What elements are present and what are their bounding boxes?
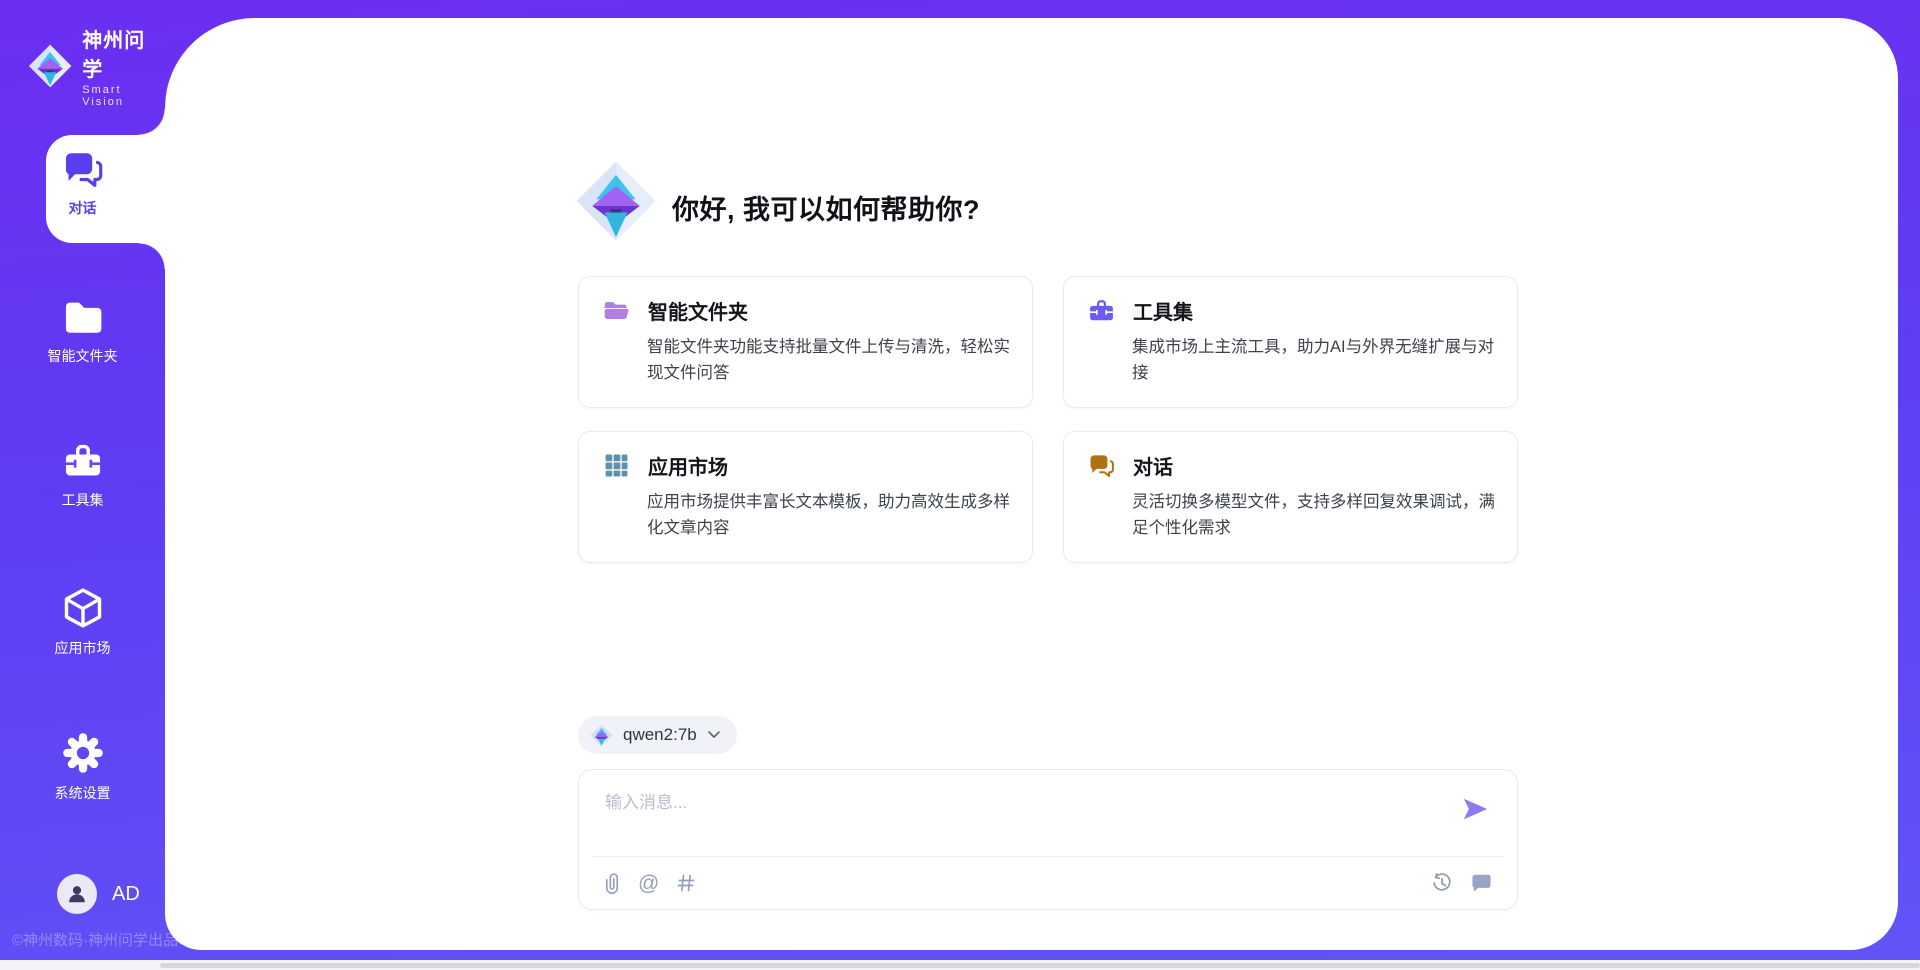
message-input[interactable] bbox=[605, 788, 1405, 848]
feature-cards: 智能文件夹 智能文件夹功能支持批量文件上传与清洗，轻松实现文件问答 工具集 集成… bbox=[578, 276, 1518, 563]
folder-icon bbox=[62, 296, 104, 338]
active-nav-fillet-top bbox=[139, 109, 165, 135]
paperclip-icon bbox=[603, 872, 621, 895]
brand-subtitle: Smart Vision bbox=[82, 84, 165, 108]
scrollbar-thumb[interactable] bbox=[160, 963, 1920, 968]
card-title: 应用市场 bbox=[648, 451, 728, 480]
card-title: 工具集 bbox=[1133, 296, 1193, 325]
card-title: 智能文件夹 bbox=[648, 296, 748, 325]
brand-logo: 神州问学 Smart Vision bbox=[28, 24, 165, 108]
user-initials: AD bbox=[112, 883, 140, 906]
model-diamond-icon bbox=[590, 724, 613, 747]
composer-toolbar: @ bbox=[603, 857, 1493, 909]
sidebar-item-toolbox[interactable]: 工具集 bbox=[0, 440, 165, 510]
sidebar-item-label: 应用市场 bbox=[55, 638, 111, 658]
brand-diamond-icon bbox=[28, 43, 72, 89]
sidebar-item-label: 系统设置 bbox=[55, 783, 111, 803]
history-button[interactable] bbox=[1431, 872, 1453, 894]
card-title: 对话 bbox=[1133, 451, 1173, 480]
card-description: 集成市场上主流工具，助力AI与外界无缝扩展与对接 bbox=[1132, 334, 1495, 387]
message-composer: @ bbox=[578, 769, 1518, 910]
feature-card-smart-folder[interactable]: 智能文件夹 智能文件夹功能支持批量文件上传与清洗，轻松实现文件问答 bbox=[578, 276, 1033, 408]
attach-file-button[interactable] bbox=[603, 872, 621, 895]
feature-card-app-market[interactable]: 应用市场 应用市场提供丰富长文本模板，助力高效生成多样化文章内容 bbox=[578, 431, 1033, 563]
feature-card-chat[interactable]: 对话 灵活切换多模型文件，支持多样回复效果调试，满足个性化需求 bbox=[1063, 431, 1518, 563]
model-name: qwen2:7b bbox=[623, 725, 697, 745]
sidebar-item-app-market[interactable]: 应用市场 bbox=[0, 586, 165, 658]
topic-button[interactable] bbox=[676, 873, 696, 893]
comment-icon bbox=[1470, 872, 1493, 894]
sidebar-item-label: 对话 bbox=[69, 198, 97, 218]
card-description: 智能文件夹功能支持批量文件上传与清洗，轻松实现文件问答 bbox=[647, 334, 1010, 387]
sidebar-item-settings[interactable]: 系统设置 bbox=[0, 731, 165, 803]
hash-icon bbox=[676, 873, 696, 893]
sidebar-item-label: 工具集 bbox=[62, 490, 104, 510]
app-window: 神州问学 Smart Vision 对话 智能文件夹 bbox=[0, 0, 1920, 970]
person-icon bbox=[65, 882, 89, 906]
sidebar-item-chat[interactable]: 对话 bbox=[0, 135, 165, 243]
cube-icon bbox=[61, 586, 105, 630]
sidebar-item-label: 智能文件夹 bbox=[48, 346, 118, 366]
chevron-down-icon bbox=[707, 730, 721, 740]
feedback-button[interactable] bbox=[1470, 872, 1493, 894]
send-button[interactable] bbox=[1459, 793, 1491, 825]
feature-card-toolset[interactable]: 工具集 集成市场上主流工具，助力AI与外界无缝扩展与对接 bbox=[1063, 276, 1518, 408]
copyright-text: ©神州数码·神州问学出品 bbox=[12, 929, 172, 950]
gear-icon bbox=[61, 731, 105, 775]
at-icon: @ bbox=[638, 873, 659, 894]
mention-button[interactable]: @ bbox=[638, 873, 659, 894]
chat-bubbles-icon bbox=[1088, 452, 1115, 479]
chat-icon bbox=[62, 148, 104, 190]
sidebar-item-smart-folder[interactable]: 智能文件夹 bbox=[0, 296, 165, 366]
card-description: 灵活切换多模型文件，支持多样回复效果调试，满足个性化需求 bbox=[1132, 489, 1495, 542]
avatar bbox=[57, 874, 97, 914]
history-icon bbox=[1431, 872, 1453, 894]
horizontal-scrollbar[interactable] bbox=[0, 960, 1920, 970]
send-icon bbox=[1460, 795, 1490, 823]
card-description: 应用市场提供丰富长文本模板，助力高效生成多样化文章内容 bbox=[647, 489, 1010, 542]
active-nav-fillet-bottom bbox=[139, 243, 165, 269]
greeting-title: 你好, 我可以如何帮助你? bbox=[672, 188, 980, 227]
folder-open-icon bbox=[603, 297, 630, 324]
briefcase-icon bbox=[1088, 297, 1115, 324]
brand-name: 神州问学 bbox=[82, 24, 165, 82]
sidebar: 神州问学 Smart Vision 对话 智能文件夹 bbox=[0, 0, 165, 970]
model-selector[interactable]: qwen2:7b bbox=[578, 716, 737, 754]
toolbox-icon bbox=[62, 440, 104, 482]
greeting-diamond-icon bbox=[575, 160, 657, 247]
grid-icon bbox=[603, 452, 630, 479]
user-account[interactable]: AD bbox=[0, 874, 165, 914]
